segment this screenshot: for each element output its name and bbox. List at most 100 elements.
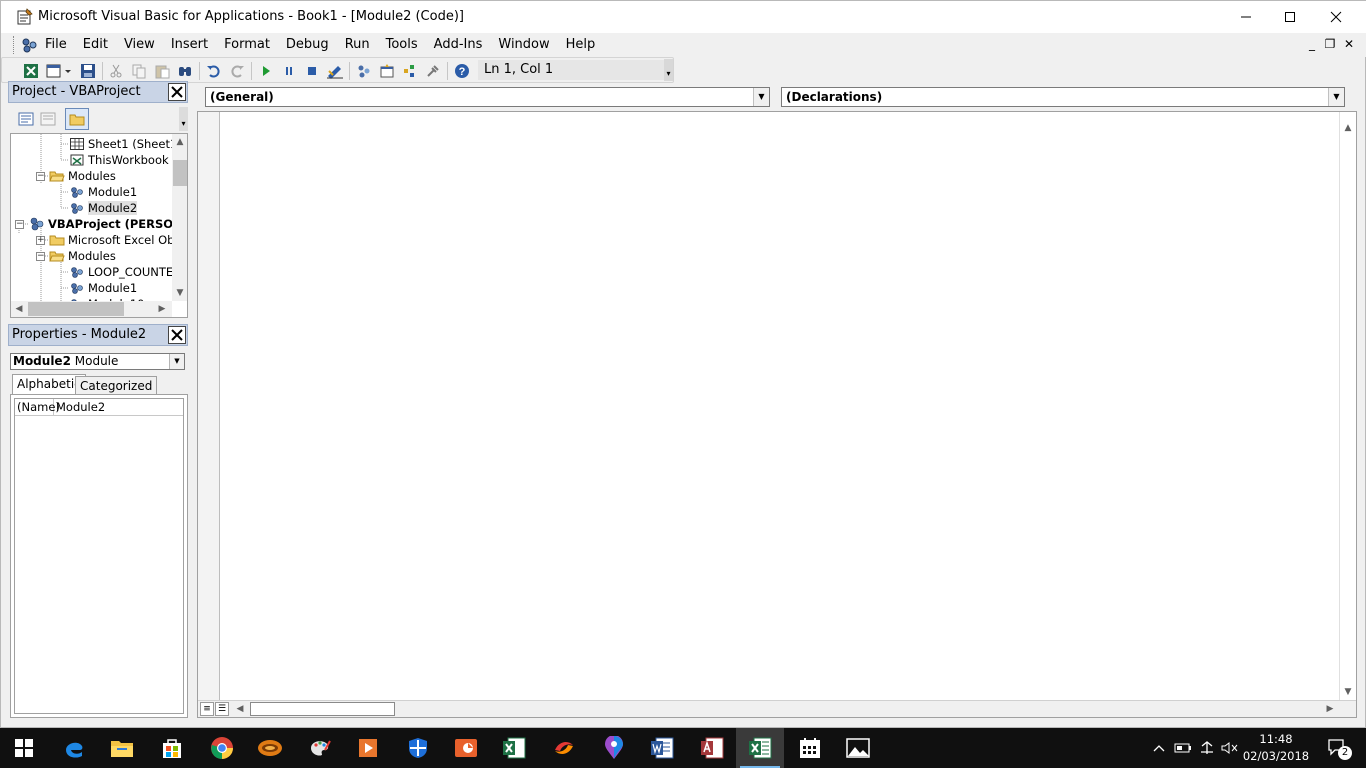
tree-item-module1[interactable]: Module1: [69, 184, 137, 200]
tray-battery-button[interactable]: [1172, 728, 1194, 768]
full-module-view-button[interactable]: ☰: [215, 702, 229, 716]
taskbar-excel-active[interactable]: [736, 728, 784, 768]
minimize-button[interactable]: [1223, 1, 1269, 33]
scroll-down-arrow-icon[interactable]: ▼: [1340, 684, 1356, 700]
menu-debug[interactable]: Debug: [278, 37, 337, 55]
cut-button[interactable]: [106, 61, 126, 81]
toolbar-options-button[interactable]: ▾: [664, 59, 673, 81]
properties-object-select[interactable]: Module2 Module ▼: [10, 353, 185, 370]
taskbar-app-ring[interactable]: [246, 728, 294, 768]
toolbox-button[interactable]: [423, 61, 443, 81]
maximize-button[interactable]: [1267, 1, 1313, 33]
taskbar-access[interactable]: [688, 728, 736, 768]
tree-collapse-button[interactable]: −: [36, 172, 45, 181]
close-button[interactable]: [1313, 1, 1359, 33]
scroll-left-arrow-icon[interactable]: ◀: [11, 301, 27, 317]
project-tree-vscrollbar[interactable]: ▲ ▼: [172, 134, 187, 301]
view-object-button[interactable]: [38, 109, 58, 129]
taskbar-clock[interactable]: 11:48 02/03/2018: [1236, 731, 1316, 765]
code-editor[interactable]: [221, 112, 1339, 700]
action-center-button[interactable]: 2: [1318, 728, 1358, 768]
design-mode-button[interactable]: [325, 61, 345, 81]
chevron-down-icon[interactable]: ▼: [753, 88, 769, 106]
tree-expand-button[interactable]: +: [36, 236, 45, 245]
scroll-right-arrow-icon[interactable]: ▶: [154, 301, 170, 317]
reset-button[interactable]: [302, 61, 322, 81]
chevron-down-icon[interactable]: ▼: [1328, 88, 1344, 106]
tree-item-loop-counter[interactable]: LOOP_COUNTER: [69, 264, 181, 280]
menu-insert[interactable]: Insert: [163, 37, 216, 55]
taskbar-store[interactable]: [148, 728, 196, 768]
code-hscrollbar[interactable]: ≡ ☰ ◀ ▶: [198, 700, 1356, 717]
scrollbar-thumb[interactable]: [173, 160, 187, 186]
scroll-left-arrow-icon[interactable]: ◀: [232, 701, 248, 717]
mdi-close-button[interactable]: ✕: [1340, 35, 1358, 53]
project-toolbar-options-button[interactable]: ▾: [179, 107, 188, 131]
save-button[interactable]: [78, 61, 98, 81]
tree-item-module1[interactable]: Module1: [69, 280, 137, 296]
scroll-up-arrow-icon[interactable]: ▲: [1340, 120, 1356, 136]
taskbar-file-explorer[interactable]: [98, 728, 146, 768]
code-vscrollbar[interactable]: ▲ ▼: [1339, 112, 1356, 700]
taskbar-chrome[interactable]: [198, 728, 246, 768]
view-excel-button[interactable]: [21, 61, 41, 81]
tree-collapse-button[interactable]: −: [15, 220, 24, 229]
scroll-right-arrow-icon[interactable]: ▶: [1322, 701, 1338, 717]
property-row[interactable]: (Name) Module2: [15, 399, 183, 416]
run-button[interactable]: [256, 61, 276, 81]
menu-file[interactable]: File: [45, 37, 75, 55]
object-browser-button[interactable]: [400, 61, 420, 81]
taskbar-maps-pin[interactable]: [590, 728, 638, 768]
help-button[interactable]: ?: [452, 61, 472, 81]
mdi-minimize-button[interactable]: _: [1303, 35, 1321, 53]
view-code-button[interactable]: [16, 109, 36, 129]
undo-button[interactable]: [204, 61, 224, 81]
find-button[interactable]: [175, 61, 195, 81]
procedure-view-button[interactable]: ≡: [200, 702, 214, 716]
project-tree-hscrollbar[interactable]: ◀ ▶: [11, 301, 172, 317]
taskbar-app-swirl[interactable]: [540, 728, 588, 768]
tab-categorized[interactable]: Categorized: [75, 376, 158, 396]
menu-view[interactable]: View: [116, 37, 163, 55]
taskbar-calendar[interactable]: [786, 728, 834, 768]
taskbar-photos[interactable]: [834, 728, 882, 768]
tree-item-modules[interactable]: Modules: [49, 248, 116, 264]
menubar-grip[interactable]: [13, 36, 16, 54]
toggle-folders-button[interactable]: [65, 108, 89, 130]
tree-item-thisworkbook[interactable]: ThisWorkbook: [69, 152, 169, 168]
menu-window[interactable]: Window: [490, 37, 557, 55]
tree-collapse-button[interactable]: −: [36, 252, 45, 261]
properties-window-button[interactable]: [377, 61, 397, 81]
taskbar-defender[interactable]: [394, 728, 442, 768]
project-explorer-button[interactable]: [354, 61, 374, 81]
menu-help[interactable]: Help: [558, 37, 604, 55]
scroll-down-arrow-icon[interactable]: ▼: [172, 285, 187, 301]
redo-button[interactable]: [227, 61, 247, 81]
copy-button[interactable]: [129, 61, 149, 81]
tree-item-sheet1[interactable]: Sheet1 (Sheet1): [69, 136, 182, 152]
taskbar-edge[interactable]: [50, 728, 98, 768]
taskbar-media-player[interactable]: [344, 728, 392, 768]
taskbar-powerpoint-like[interactable]: [442, 728, 490, 768]
procedure-combobox[interactable]: (Declarations) ▼: [781, 87, 1345, 107]
taskbar-paint[interactable]: [296, 728, 344, 768]
tree-item-excel-objects[interactable]: Microsoft Excel Objec: [49, 232, 187, 248]
object-combobox[interactable]: (General) ▼: [205, 87, 770, 107]
insert-userform-button[interactable]: [44, 61, 74, 81]
break-button[interactable]: [279, 61, 299, 81]
taskbar-excel[interactable]: [490, 728, 538, 768]
taskbar-word[interactable]: [638, 728, 686, 768]
menu-edit[interactable]: Edit: [75, 37, 116, 55]
mdi-restore-button[interactable]: ❐: [1321, 35, 1339, 53]
tray-network-button[interactable]: [1196, 728, 1218, 768]
chevron-down-icon[interactable]: ▼: [169, 354, 184, 369]
start-button[interactable]: [0, 728, 48, 768]
properties-panel-close-button[interactable]: [168, 326, 186, 344]
menu-run[interactable]: Run: [337, 37, 378, 55]
scrollbar-thumb[interactable]: [250, 702, 395, 716]
tree-item-module2[interactable]: Module2: [69, 200, 138, 216]
scroll-up-arrow-icon[interactable]: ▲: [172, 134, 187, 150]
menu-tools[interactable]: Tools: [378, 37, 426, 55]
tree-item-modules[interactable]: Modules: [49, 168, 116, 184]
code-margin-indicator-bar[interactable]: [198, 112, 220, 700]
